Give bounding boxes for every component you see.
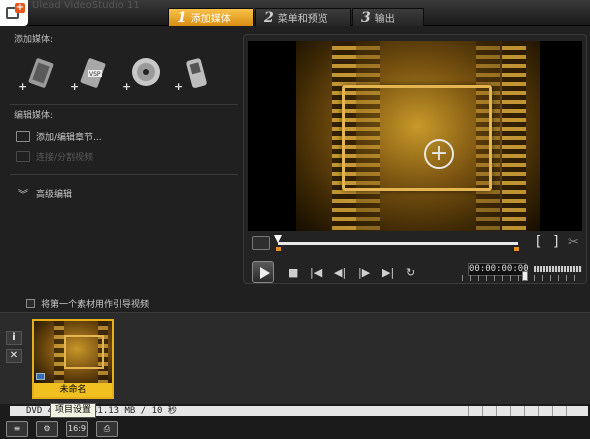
film-frame-outline bbox=[342, 85, 492, 191]
add-disc-button[interactable]: + bbox=[122, 56, 164, 94]
screen-mode-icon[interactable] bbox=[252, 236, 270, 250]
previous-frame-button[interactable]: ◀| bbox=[334, 266, 346, 279]
add-edit-chapters-label: 添加/编辑章节... bbox=[36, 133, 102, 143]
media-clip[interactable]: 未命名 bbox=[32, 319, 114, 399]
preview-panel: + [ ] ✂ ■ |◀ ◀| |▶ ▶| ↻ 00:00:00:00 bbox=[243, 34, 587, 284]
chapters-icon bbox=[16, 131, 30, 142]
advanced-edit-toggle[interactable]: ︾ 高级编辑 bbox=[16, 186, 72, 201]
aspect-ratio-button[interactable]: 16:9 bbox=[66, 421, 88, 437]
tab-output[interactable]: 3 输出 bbox=[352, 8, 424, 26]
step-tabs: 1 添加媒体 2 菜单和预览 3 输出 bbox=[168, 8, 425, 26]
step-number: 2 bbox=[264, 9, 274, 26]
intro-video-checkbox-label: 将第一个素材用作引导视频 bbox=[41, 300, 150, 310]
zoom-ruler-handle[interactable] bbox=[522, 271, 528, 281]
first-clip-intro-option[interactable]: 将第一个素材用作引导视频 bbox=[26, 297, 149, 310]
intro-video-checkbox[interactable] bbox=[26, 299, 35, 308]
mark-in-indicator bbox=[276, 247, 281, 251]
crosshair-play-icon[interactable]: + bbox=[424, 139, 454, 169]
add-video-button[interactable]: + bbox=[18, 56, 60, 94]
go-to-start-button[interactable]: |◀ bbox=[310, 266, 322, 279]
tab-label: 菜单和预览 bbox=[277, 14, 328, 25]
add-media-buttons: + + VSP + + bbox=[18, 56, 216, 94]
clip-thumbnail bbox=[34, 321, 112, 383]
mark-out-indicator bbox=[514, 247, 519, 251]
scrub-bar: [ ] ✂ bbox=[252, 235, 582, 251]
next-frame-button[interactable]: |▶ bbox=[358, 266, 370, 279]
clip-title[interactable]: 未命名 bbox=[34, 383, 112, 397]
scrub-track[interactable] bbox=[278, 242, 518, 245]
edit-media-heading: 编辑媒体: bbox=[14, 111, 54, 121]
title-bar: + Ulead VideoStudio 11 1 添加媒体 2 菜单和预览 3 … bbox=[0, 0, 590, 26]
media-timeline: i ✕ 未命名 bbox=[0, 312, 590, 404]
app-title: Ulead VideoStudio 11 bbox=[32, 0, 140, 11]
tab-label: 添加媒体 bbox=[190, 14, 231, 25]
vsp-film-icon: VSP bbox=[80, 58, 106, 88]
video-preview[interactable]: + bbox=[248, 41, 582, 231]
step-number: 3 bbox=[361, 9, 371, 26]
add-mobile-device-button[interactable]: + bbox=[174, 56, 216, 94]
disc-icon bbox=[132, 58, 160, 86]
printer-icon[interactable]: ⎙ bbox=[96, 421, 118, 437]
chapter-flag-icon bbox=[36, 373, 45, 380]
play-button[interactable] bbox=[252, 261, 274, 283]
bottom-toolbar: ≡ ⚙ 16:9 ⎙ bbox=[6, 421, 118, 437]
stop-button[interactable]: ■ bbox=[288, 266, 298, 279]
merge-split-video-label: 连接/分割视频 bbox=[36, 153, 94, 163]
mark-in-button[interactable]: [ bbox=[534, 235, 542, 249]
disc-usage: 41.13 MB / 10 秒 bbox=[92, 406, 177, 416]
add-media-heading: 添加媒体: bbox=[14, 35, 54, 45]
double-chevron-down-icon: ︾ bbox=[18, 190, 28, 201]
info-button[interactable]: i bbox=[6, 331, 22, 345]
window: + Ulead VideoStudio 11 1 添加媒体 2 菜单和预览 3 … bbox=[0, 0, 590, 439]
add-vsp-button[interactable]: + VSP bbox=[70, 56, 112, 94]
advanced-edit-label: 高级编辑 bbox=[36, 190, 73, 200]
left-panel: 添加媒体: + + VSP + + 编辑媒体: 添加/编辑章节... 连接/分割… bbox=[10, 30, 238, 300]
film-icon bbox=[28, 58, 54, 88]
mobile-device-icon bbox=[186, 58, 207, 88]
menu-list-icon[interactable]: ≡ bbox=[6, 421, 28, 437]
mark-out-button[interactable]: ] bbox=[552, 235, 560, 249]
go-to-end-button[interactable]: ▶| bbox=[382, 266, 394, 279]
svg-text:VSP: VSP bbox=[89, 71, 101, 78]
add-edit-chapters-button[interactable]: 添加/编辑章节... bbox=[16, 130, 102, 143]
split-video-icon bbox=[16, 151, 30, 162]
project-settings-tooltip: 项目设置 bbox=[50, 403, 97, 418]
app-logo-icon: + bbox=[0, 0, 28, 26]
delete-button[interactable]: ✕ bbox=[6, 349, 22, 363]
divider bbox=[10, 104, 238, 105]
scissors-icon[interactable]: ✂ bbox=[568, 235, 579, 250]
divider bbox=[10, 174, 238, 175]
project-settings-icon[interactable]: ⚙ bbox=[36, 421, 58, 437]
timeline-side-buttons: i ✕ bbox=[6, 331, 22, 367]
tab-menu-preview[interactable]: 2 菜单和预览 bbox=[255, 8, 351, 26]
volume-meter[interactable] bbox=[534, 266, 582, 272]
tab-add-media[interactable]: 1 添加媒体 bbox=[168, 8, 254, 26]
merge-split-video-button[interactable]: 连接/分割视频 bbox=[16, 150, 93, 163]
step-number: 1 bbox=[177, 9, 187, 26]
repeat-button[interactable]: ↻ bbox=[406, 266, 415, 279]
tab-label: 输出 bbox=[374, 14, 395, 25]
